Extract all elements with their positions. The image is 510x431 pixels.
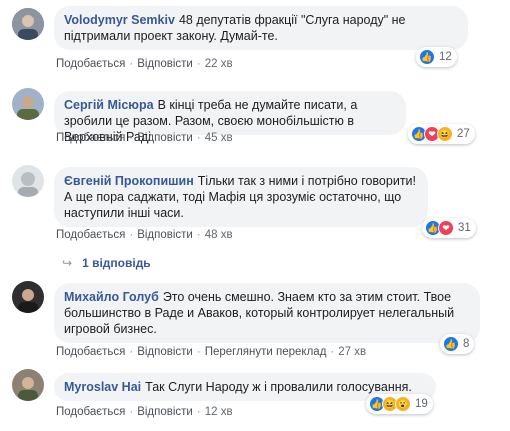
reply-link[interactable]: Відповісти (137, 132, 193, 144)
reaction-count: 27 (457, 128, 470, 140)
like-reaction-icon: 👍 (443, 336, 459, 352)
reaction-count: 8 (463, 338, 470, 350)
comment-actions: Подобається · Відповісти · 12 хв (56, 406, 233, 418)
reaction-summary[interactable]: 👍 12 (416, 47, 457, 67)
user-photo-icon (12, 8, 44, 40)
comment-bubble: Євгеній Прокопишин Тільки так з ними і по… (54, 167, 428, 227)
like-link[interactable]: Подобається (56, 406, 125, 418)
reaction-count: 12 (439, 51, 452, 63)
like-link[interactable]: Подобається (56, 229, 125, 241)
like-reaction-icon: 👍 (419, 49, 435, 65)
wow-reaction-icon: 😮 (395, 396, 411, 412)
user-photo-icon (12, 281, 44, 313)
user-photo-icon (12, 165, 44, 197)
comment-author[interactable]: Myroslav Hai (64, 380, 141, 394)
reaction-summary[interactable]: 👍 8 (440, 334, 475, 354)
reaction-summary[interactable]: 👍 ❤ 31 (422, 218, 476, 238)
view-replies-link[interactable]: ↪ 1 відповідь (62, 256, 151, 270)
comment-time[interactable]: 27 хв (338, 346, 366, 358)
avatar[interactable] (12, 281, 44, 313)
reaction-count: 31 (458, 222, 471, 234)
comment-author[interactable]: Євгеній Прокопишин (64, 174, 194, 188)
haha-reaction-icon: 😆 (437, 126, 453, 142)
like-link[interactable]: Подобається (56, 58, 125, 70)
comment-author[interactable]: Сергій Місюра (64, 98, 154, 112)
comment-actions: Подобається · Відповісти · Переглянути перек… (56, 346, 367, 358)
comment-time[interactable]: 12 хв (205, 406, 233, 418)
see-translation-link[interactable]: Переглянути переклад (205, 346, 327, 358)
avatar[interactable] (12, 369, 44, 401)
reply-link[interactable]: Відповісти (137, 58, 193, 70)
love-reaction-icon: ❤ (438, 220, 454, 236)
reply-arrow-icon: ↪ (62, 256, 73, 270)
comment-bubble: Сергій Місюра В кінці треба не думайте пи… (54, 91, 406, 144)
comment-bubble: Михайло Голуб Это очень смешно. Знаем кто… (54, 283, 480, 343)
comment-author[interactable]: Volodymyr Semkiv (64, 13, 175, 27)
reply-link[interactable]: Відповісти (137, 406, 193, 418)
user-photo-icon (12, 369, 44, 401)
avatar[interactable] (12, 88, 44, 120)
like-link[interactable]: Подобається (56, 346, 125, 358)
reaction-summary[interactable]: 👍 😆 😮 19 (366, 394, 433, 414)
reaction-count: 19 (415, 398, 428, 410)
comment-actions: Подобається · Відповісти · 22 хв (56, 58, 233, 70)
replies-count[interactable]: 1 відповідь (82, 256, 151, 270)
comment-actions: Подобається · Відповісти · 48 хв (56, 229, 233, 241)
comment-text: Так Слуги Народу ж і провалили голосуван… (145, 380, 412, 394)
comment-time[interactable]: 45 хв (205, 132, 233, 144)
reply-link[interactable]: Відповісти (137, 229, 193, 241)
avatar[interactable] (12, 165, 44, 197)
like-link[interactable]: Подобається (56, 132, 125, 144)
avatar[interactable] (12, 8, 44, 40)
comment-bubble: Volodymyr Semkiv 48 депутатів фракції "Сл… (54, 6, 468, 50)
user-photo-icon (12, 88, 44, 120)
comment-time[interactable]: 22 хв (205, 58, 233, 70)
reaction-summary[interactable]: 👍 ❤ 😆 27 (408, 124, 475, 144)
comment-author[interactable]: Михайло Голуб (64, 290, 159, 304)
comment-actions: Подобається · Відповісти · 45 хв (56, 132, 233, 144)
reply-link[interactable]: Відповісти (137, 346, 193, 358)
comment-time[interactable]: 48 хв (205, 229, 233, 241)
